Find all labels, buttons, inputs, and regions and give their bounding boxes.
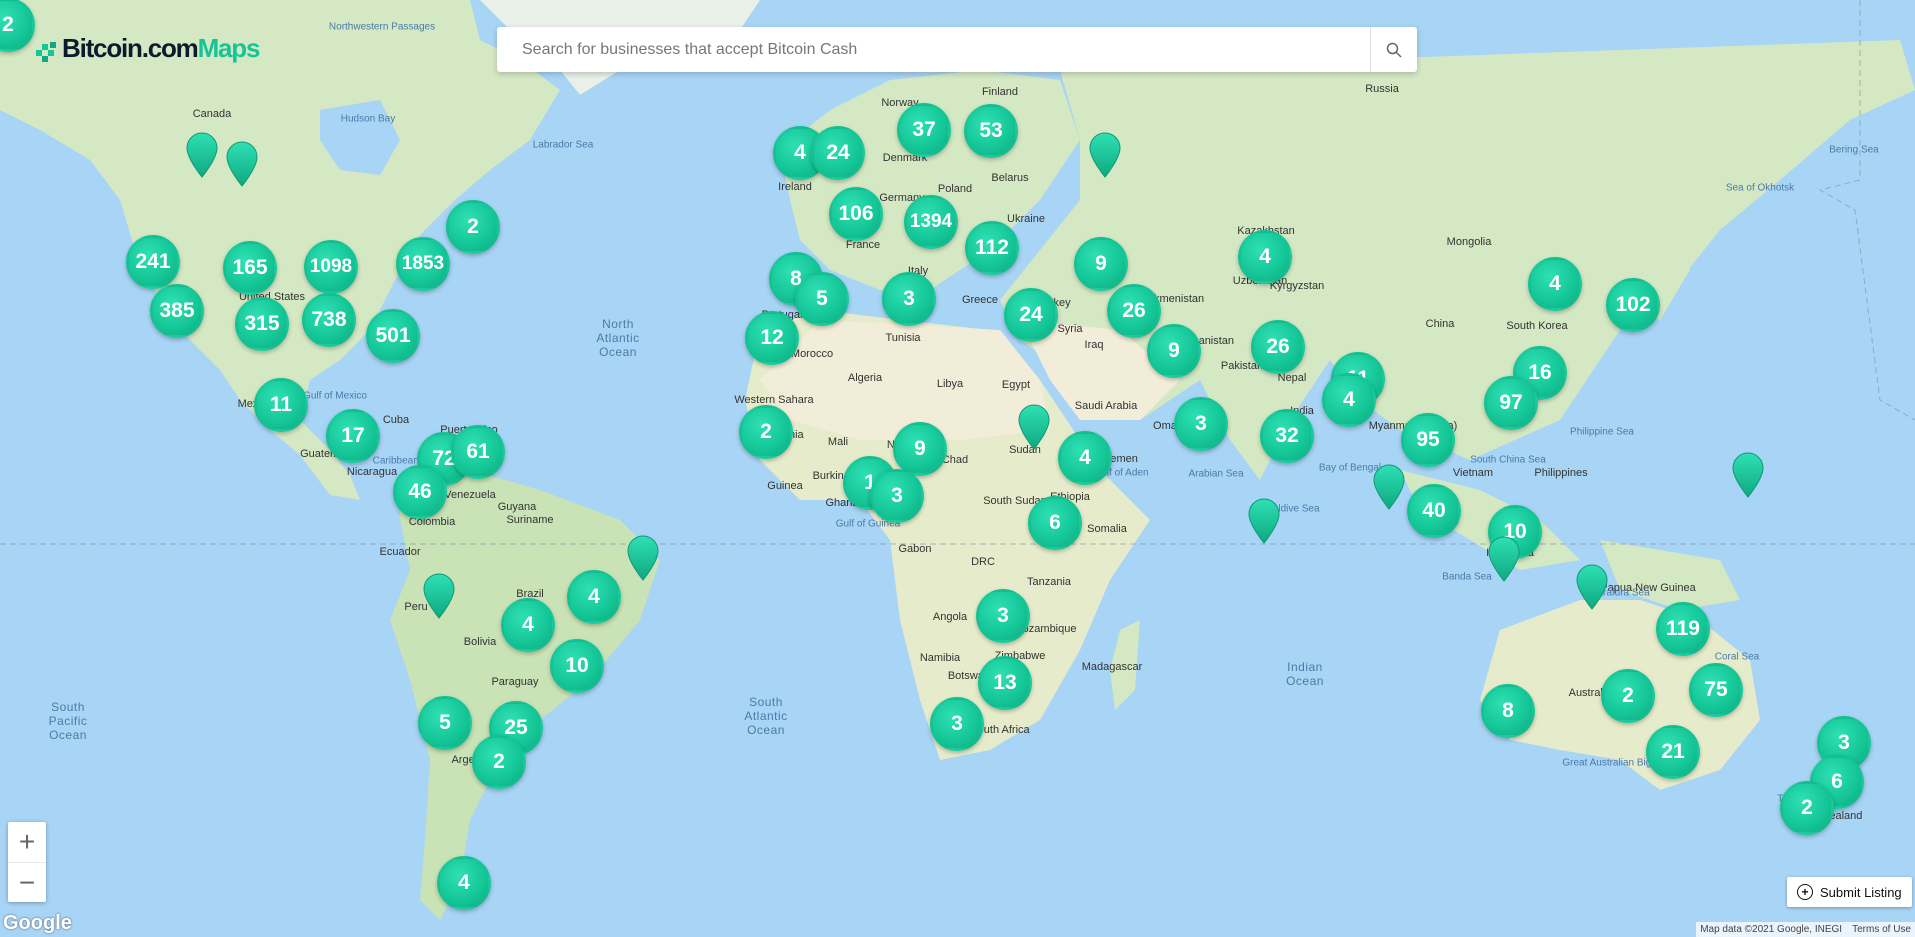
plus-circle-icon: + bbox=[1797, 884, 1813, 900]
cluster-marker[interactable]: 165 bbox=[223, 241, 277, 295]
cluster-marker[interactable]: 21 bbox=[1646, 725, 1700, 779]
cluster-marker[interactable]: 4 bbox=[437, 856, 491, 910]
cluster-marker[interactable]: 385 bbox=[150, 284, 204, 338]
cluster-marker[interactable]: 61 bbox=[451, 425, 505, 479]
map-pin-icon[interactable] bbox=[1576, 564, 1608, 610]
cluster-marker[interactable]: 11 bbox=[254, 378, 308, 432]
search-input[interactable] bbox=[497, 27, 1370, 72]
cluster-marker[interactable]: 3 bbox=[930, 697, 984, 751]
cluster-marker[interactable]: 53 bbox=[964, 104, 1018, 158]
cluster-marker[interactable]: 6 bbox=[1028, 496, 1082, 550]
zoom-out-button[interactable]: − bbox=[8, 863, 46, 903]
map-attribution: Map data ©2021 Google, INEGI Terms of Us… bbox=[1696, 922, 1915, 937]
cluster-marker[interactable]: 1098 bbox=[304, 240, 358, 294]
cluster-marker[interactable]: 112 bbox=[965, 221, 1019, 275]
cluster-marker[interactable]: 2 bbox=[1780, 781, 1834, 835]
cluster-marker[interactable]: 26 bbox=[1251, 320, 1305, 374]
cluster-marker[interactable]: 501 bbox=[366, 309, 420, 363]
cluster-marker[interactable]: 10 bbox=[550, 639, 604, 693]
cluster-marker[interactable]: 4 bbox=[1238, 230, 1292, 284]
map-pin-icon[interactable] bbox=[1248, 498, 1280, 544]
logo-mark-icon bbox=[36, 38, 58, 62]
cluster-marker[interactable]: 3 bbox=[1174, 397, 1228, 451]
cluster-marker[interactable]: 738 bbox=[302, 293, 356, 347]
cluster-marker[interactable]: 2 bbox=[1601, 669, 1655, 723]
zoom-in-button[interactable]: + bbox=[8, 822, 46, 863]
search-button[interactable] bbox=[1370, 27, 1417, 72]
cluster-marker[interactable]: 5 bbox=[795, 272, 849, 326]
world-map[interactable]: CanadaUnited StatesMexicoCubaPuerto Rico… bbox=[0, 0, 1915, 937]
cluster-marker[interactable]: 8 bbox=[1481, 684, 1535, 738]
map-pin-icon[interactable] bbox=[1373, 464, 1405, 510]
cluster-marker[interactable]: 2 bbox=[739, 405, 793, 459]
map-pin-icon[interactable] bbox=[1732, 452, 1764, 498]
cluster-marker[interactable]: 26 bbox=[1107, 284, 1161, 338]
cluster-marker[interactable]: 9 bbox=[893, 422, 947, 476]
submit-listing-label: Submit Listing bbox=[1820, 884, 1902, 900]
cluster-marker[interactable]: 40 bbox=[1407, 484, 1461, 538]
search-icon bbox=[1386, 42, 1402, 58]
cluster-marker[interactable]: 3 bbox=[870, 469, 924, 523]
zoom-control: + − bbox=[8, 822, 46, 902]
cluster-marker[interactable]: 1853 bbox=[396, 237, 450, 291]
cluster-marker[interactable]: 24 bbox=[811, 126, 865, 180]
cluster-marker[interactable]: 24 bbox=[1004, 288, 1058, 342]
map-pin-icon[interactable] bbox=[1488, 536, 1520, 582]
cluster-marker[interactable]: 2 bbox=[446, 200, 500, 254]
bitcoin-com-maps-logo[interactable]: Bitcoin.com Maps bbox=[36, 33, 261, 64]
cluster-marker[interactable]: 13 bbox=[978, 656, 1032, 710]
cluster-marker[interactable]: 12 bbox=[745, 311, 799, 365]
cluster-marker[interactable]: 95 bbox=[1401, 413, 1455, 467]
map-pin-icon[interactable] bbox=[627, 535, 659, 581]
cluster-marker[interactable]: 315 bbox=[235, 297, 289, 351]
terms-link[interactable]: Terms of Use bbox=[1852, 924, 1911, 935]
cluster-marker[interactable]: 9 bbox=[1074, 237, 1128, 291]
logo-text: Bitcoin.com bbox=[62, 33, 199, 63]
cluster-marker[interactable]: 1394 bbox=[904, 195, 958, 249]
map-pin-icon[interactable] bbox=[226, 141, 258, 187]
cluster-marker[interactable]: 106 bbox=[829, 187, 883, 241]
cluster-marker[interactable]: 32 bbox=[1260, 409, 1314, 463]
submit-listing-button[interactable]: + Submit Listing bbox=[1787, 877, 1912, 907]
cluster-marker[interactable]: 119 bbox=[1656, 602, 1710, 656]
cluster-marker[interactable]: 5 bbox=[418, 696, 472, 750]
map-pin-icon[interactable] bbox=[186, 132, 218, 178]
cluster-marker[interactable]: 102 bbox=[1606, 278, 1660, 332]
google-logo[interactable]: Google bbox=[3, 912, 72, 935]
cluster-marker[interactable]: 3 bbox=[976, 589, 1030, 643]
cluster-marker[interactable]: 37 bbox=[897, 103, 951, 157]
cluster-marker[interactable]: 4 bbox=[567, 570, 621, 624]
cluster-marker[interactable]: 4 bbox=[501, 598, 555, 652]
cluster-marker[interactable]: 75 bbox=[1689, 663, 1743, 717]
cluster-marker[interactable]: 9 bbox=[1147, 324, 1201, 378]
cluster-marker[interactable]: 4 bbox=[1528, 257, 1582, 311]
cluster-marker[interactable]: 17 bbox=[326, 409, 380, 463]
cluster-marker[interactable]: 4 bbox=[1322, 373, 1376, 427]
cluster-marker[interactable]: 46 bbox=[393, 465, 447, 519]
cluster-marker[interactable]: 2 bbox=[472, 735, 526, 789]
map-pin-icon[interactable] bbox=[423, 573, 455, 619]
map-pin-icon[interactable] bbox=[1018, 404, 1050, 450]
cluster-marker[interactable]: 241 bbox=[126, 235, 180, 289]
search-bar bbox=[497, 27, 1417, 72]
map-pin-icon[interactable] bbox=[1089, 132, 1121, 178]
logo-text-maps: Maps bbox=[197, 33, 261, 63]
cluster-marker[interactable]: 4 bbox=[1058, 431, 1112, 485]
cluster-marker[interactable]: 97 bbox=[1484, 376, 1538, 430]
map-data-text: Map data ©2021 Google, INEGI bbox=[1700, 924, 1843, 935]
cluster-marker[interactable]: 3 bbox=[882, 272, 936, 326]
